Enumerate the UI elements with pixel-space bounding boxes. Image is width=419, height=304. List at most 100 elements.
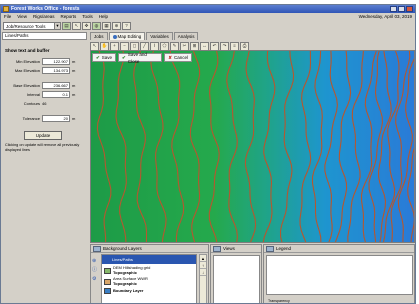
tolerance-label: Tolerance bbox=[22, 116, 40, 121]
tab-map-editing-label: Map Editing bbox=[117, 34, 142, 39]
move-up-icon[interactable]: ↑ bbox=[200, 262, 206, 269]
add-layer-icon[interactable]: ⊕ bbox=[92, 257, 100, 266]
base-elevation-field[interactable]: 236.667 bbox=[42, 82, 70, 89]
unit-label: m bbox=[72, 68, 76, 73]
save-button[interactable]: ✔ Save bbox=[92, 53, 117, 62]
legend-panel-title: Legend bbox=[276, 246, 292, 251]
layer-item[interactable]: Boundary Layer bbox=[102, 286, 196, 294]
layers-panel: Background Layers ⊕ ⓘ ⚙ Lines/Paths DEM … bbox=[90, 244, 209, 303]
max-elevation-label: Max Elevation bbox=[14, 68, 40, 73]
base-elevation-row: Base Elevation 236.667 m bbox=[4, 81, 87, 90]
tab-jobs[interactable]: Jobs bbox=[90, 32, 108, 40]
menu-help[interactable]: Help bbox=[99, 13, 108, 21]
views-list[interactable] bbox=[213, 255, 260, 303]
zoom-icon[interactable]: ⊕ bbox=[112, 22, 121, 30]
menu-view[interactable]: View bbox=[17, 13, 27, 21]
save-label: Save bbox=[101, 55, 113, 60]
interval-field[interactable]: 0.1 bbox=[42, 91, 70, 98]
menu-reports[interactable]: Reports bbox=[60, 13, 76, 21]
max-elevation-row: Max Elevation 134.973 m bbox=[4, 66, 87, 75]
unit-label: m bbox=[72, 59, 76, 64]
chevron-down-icon: ▼ bbox=[54, 23, 60, 29]
tolerance-row: Tolerance 20 m bbox=[4, 114, 87, 123]
legend-area bbox=[266, 255, 413, 295]
max-elevation-field[interactable]: 134.973 bbox=[42, 67, 70, 74]
views-panel-header: Views bbox=[211, 245, 261, 253]
min-elevation-field[interactable]: 122.907 bbox=[42, 58, 70, 65]
layers-panel-title: Background Layers bbox=[103, 246, 142, 251]
layer-text: DEM Hillshading grid Topographic bbox=[113, 265, 151, 275]
legend-panel: Legend Transparency bbox=[263, 244, 415, 303]
title-bar: Forest Works Office - forests bbox=[1, 5, 415, 13]
menu-rigs-areas[interactable]: Rigs/areas bbox=[33, 13, 55, 21]
minimize-button[interactable] bbox=[390, 6, 397, 12]
layer-label: Lines/Paths bbox=[112, 257, 133, 262]
interval-row: Interval 0.1 m bbox=[4, 90, 87, 99]
layers-icon[interactable]: ▤ bbox=[62, 22, 71, 30]
legend-panel-header: Legend bbox=[264, 245, 414, 253]
info-icon[interactable]: ⓘ bbox=[92, 266, 100, 275]
tab-analysis-label: Analysis bbox=[177, 34, 195, 39]
layer-swatch bbox=[104, 278, 111, 285]
properties-icon[interactable]: ⚙ bbox=[92, 275, 100, 284]
save-and-close-button[interactable]: ✔ Save and Close bbox=[118, 51, 163, 64]
tab-jobs-label: Jobs bbox=[94, 34, 104, 39]
tab-analysis[interactable]: Analysis bbox=[173, 32, 199, 40]
layer-item[interactable]: Lines/Paths bbox=[102, 255, 196, 264]
unit-label: m bbox=[72, 92, 76, 97]
close-icon: ✘ bbox=[168, 55, 172, 60]
layer-swatch bbox=[104, 267, 111, 274]
tolerance-field[interactable]: 20 bbox=[42, 115, 70, 122]
tab-variables[interactable]: Variables bbox=[146, 32, 173, 40]
tool-selector-combo[interactable]: Job/Resource Tools ▼ bbox=[3, 22, 61, 30]
pan-icon[interactable]: ✥ bbox=[82, 22, 91, 30]
menu-file[interactable]: File bbox=[4, 13, 11, 21]
map-canvas[interactable]: ✔ Save ✔ Save and Close ✘ Cancel bbox=[90, 50, 415, 243]
base-elevation-label: Base Elevation bbox=[13, 83, 40, 88]
layer-swatch bbox=[104, 288, 111, 294]
help-icon[interactable]: ? bbox=[122, 22, 131, 30]
interval-label: Interval bbox=[26, 92, 40, 97]
close-button[interactable] bbox=[406, 6, 413, 12]
globe-icon[interactable]: ◍ bbox=[92, 22, 101, 30]
menu-tools[interactable]: Tools bbox=[82, 13, 93, 21]
update-hint: Clicking on update will remove all previ… bbox=[5, 143, 80, 152]
layers-panel-header: Background Layers bbox=[91, 245, 208, 253]
layer-tools: ⊕ ⓘ ⚙ bbox=[92, 257, 100, 284]
move-down-icon[interactable]: ↓ bbox=[200, 269, 206, 276]
layer-item[interactable]: Area Surface WWR Topographic bbox=[102, 275, 196, 286]
update-button[interactable]: Update bbox=[24, 131, 62, 140]
layer-list: Lines/Paths DEM Hillshading grid Topograp… bbox=[101, 254, 197, 303]
main-toolbar: Job/Resource Tools ▼ ▤ ↖ ✥ ◍ ▦ ⊕ ? bbox=[1, 21, 415, 31]
bottom-panels: Background Layers ⊕ ⓘ ⚙ Lines/Paths DEM … bbox=[90, 244, 415, 303]
layer-item[interactable]: DEM Hillshading grid Topographic bbox=[102, 264, 196, 275]
layer-text: Area Surface WWR Topographic bbox=[113, 276, 148, 286]
tolerance-unit: m bbox=[72, 116, 76, 121]
current-date: Wednesday, April 03, 2019 bbox=[358, 14, 412, 19]
contours-row: Contours 46 bbox=[4, 99, 87, 108]
min-elevation-label: Min Elevation bbox=[15, 59, 40, 64]
grid-icon[interactable]: ▦ bbox=[102, 22, 111, 30]
cancel-button[interactable]: ✘ Cancel bbox=[164, 53, 192, 62]
tab-variables-label: Variables bbox=[150, 34, 169, 39]
window-title: Forest Works Office - forests bbox=[11, 6, 80, 12]
save-and-close-label: Save and Close bbox=[127, 51, 147, 64]
cancel-label: Cancel bbox=[173, 55, 188, 60]
topographic-map[interactable] bbox=[91, 51, 415, 243]
layer-label: Boundary Layer bbox=[113, 287, 144, 293]
map-icon bbox=[112, 34, 117, 39]
app-window: Forest Works Office - forests File View … bbox=[0, 4, 416, 304]
contours-count: 46 bbox=[42, 101, 47, 106]
checkmark-icon: ✔ bbox=[122, 55, 126, 60]
unit-label: m bbox=[72, 83, 76, 88]
select-icon[interactable]: ↖ bbox=[72, 22, 81, 30]
layer-scrollbar[interactable]: ▲ ↑ ↓ bbox=[199, 254, 207, 303]
min-elevation-row: Min Elevation 122.907 m bbox=[4, 57, 87, 66]
menu-bar: File View Rigs/areas Reports Tools Help … bbox=[1, 13, 415, 21]
transparency-label: Transparency bbox=[268, 299, 290, 303]
tab-map-editing[interactable]: Map Editing bbox=[108, 32, 146, 40]
views-panel-title: Views bbox=[223, 246, 235, 251]
maximize-button[interactable] bbox=[398, 6, 405, 12]
scroll-up-icon[interactable]: ▲ bbox=[200, 255, 206, 262]
views-icon bbox=[213, 246, 221, 252]
